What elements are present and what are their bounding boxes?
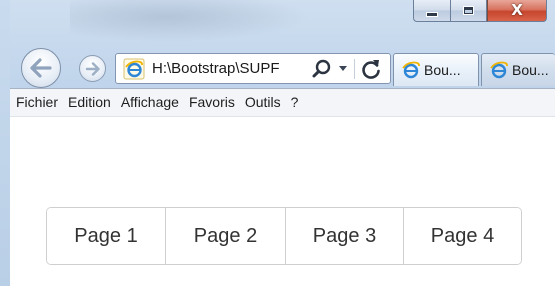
forward-arrow-icon: [85, 61, 100, 76]
page-link-1[interactable]: Page 1: [47, 208, 165, 264]
back-button[interactable]: [21, 48, 61, 88]
page-content: Page 1 Page 2 Page 3 Page 4: [10, 117, 555, 286]
title-bar-glass: [70, 0, 310, 42]
tab-1[interactable]: Bou...: [393, 53, 479, 86]
menu-item-fichier[interactable]: Fichier: [11, 88, 63, 117]
maximize-icon: [463, 6, 474, 15]
menu-item-affichage[interactable]: Affichage: [116, 88, 184, 117]
tab-title: Bou...: [512, 62, 549, 78]
ie-page-icon: [123, 58, 145, 79]
address-dropdown-icon[interactable]: [338, 65, 348, 73]
page-link-4[interactable]: Page 4: [403, 208, 521, 264]
menu-item-outils[interactable]: Outils: [240, 88, 286, 117]
caption-buttons: X: [413, 0, 547, 22]
address-bar[interactable]: H:\Bootstrap\SUPF: [115, 53, 391, 84]
url-text[interactable]: H:\Bootstrap\SUPF: [152, 60, 292, 77]
menu-item-favoris[interactable]: Favoris: [184, 88, 240, 117]
maximize-button[interactable]: [450, 0, 487, 22]
back-arrow-icon: [30, 58, 52, 78]
window-left-border: [0, 0, 10, 286]
page-link-2[interactable]: Page 2: [165, 208, 285, 264]
tab-title: Bou...: [424, 62, 461, 78]
close-icon: X: [511, 1, 523, 19]
address-separator: [354, 59, 355, 79]
close-button[interactable]: X: [487, 0, 547, 22]
menu-item-help[interactable]: ?: [286, 88, 304, 117]
search-icon[interactable]: [311, 58, 333, 80]
minimize-icon: [426, 11, 438, 17]
refresh-icon[interactable]: [359, 57, 383, 81]
forward-button[interactable]: [79, 55, 106, 82]
ie-icon: [402, 61, 420, 79]
menu-item-edition[interactable]: Edition: [63, 88, 116, 117]
menu-bar: Fichier Edition Affichage Favoris Outils…: [10, 88, 555, 117]
minimize-button[interactable]: [413, 0, 450, 22]
tab-2[interactable]: Bou...: [481, 53, 555, 86]
page-link-3[interactable]: Page 3: [285, 208, 403, 264]
ie-icon: [490, 61, 508, 79]
pagination: Page 1 Page 2 Page 3 Page 4: [46, 207, 522, 265]
